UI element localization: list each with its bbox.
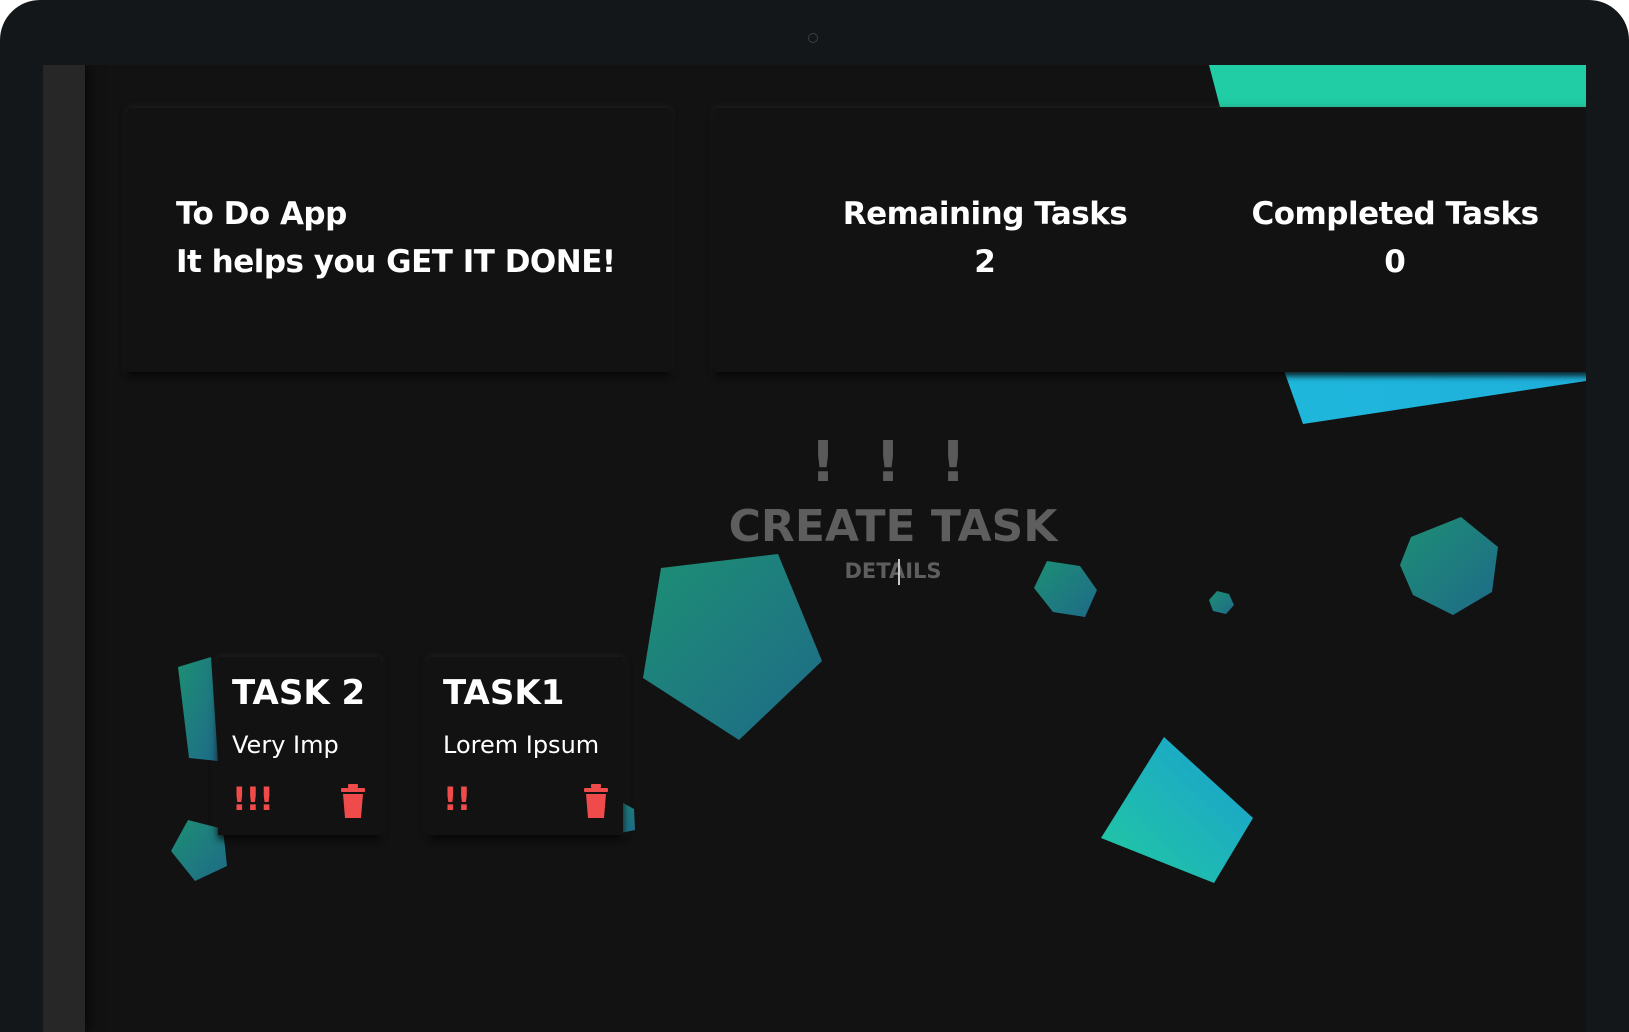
task-description: Lorem Ipsum [443,731,600,759]
completed-tasks-label: Completed Tasks [1251,196,1539,232]
teal-banner-shape [1209,65,1586,107]
side-strip [43,65,85,1032]
task-details-placeholder: DETAILS [844,559,942,583]
create-task-form: ! ! ! CREATE TASK DETAILS [683,435,1103,585]
blue-banner-shape [1282,365,1586,424]
task-card[interactable]: TASK 2 Very Imp !!! [218,657,380,835]
task-priority: !!! [232,780,274,818]
app-title: To Do App [176,196,347,232]
stats-card: Remaining Tasks 2 Completed Tasks 0 [715,108,1586,372]
task-title: TASK 2 [232,673,366,713]
priority-selector[interactable]: ! ! ! [683,435,1103,491]
trash-icon[interactable] [340,783,366,819]
completed-tasks-stat: Completed Tasks 0 [1225,196,1565,280]
task-title-input[interactable]: CREATE TASK [683,501,1103,553]
hexagon-shape-right [1400,517,1498,615]
trash-icon[interactable] [583,783,609,819]
diamond-shape [1101,737,1253,883]
task-details-input[interactable]: DETAILS [844,557,942,585]
task-priority: !! [443,780,471,818]
app-header-card: To Do App It helps you GET IT DONE! [128,108,670,372]
laptop-frame: To Do App It helps you GET IT DONE! Rema… [0,0,1629,1032]
task-title: TASK1 [443,673,565,713]
text-caret [898,559,901,585]
app-screen: To Do App It helps you GET IT DONE! Rema… [43,65,1586,1032]
completed-tasks-count: 0 [1384,244,1406,280]
task-card[interactable]: TASK1 Lorem Ipsum !! [429,657,623,835]
app-tagline: It helps you GET IT DONE! [176,244,616,280]
remaining-tasks-count: 2 [974,244,996,280]
camera-dot [808,33,818,43]
remaining-tasks-stat: Remaining Tasks 2 [815,196,1155,280]
left-shard-shape [178,657,218,761]
tiny-hexagon-shape [1209,591,1234,614]
remaining-tasks-label: Remaining Tasks [842,196,1128,232]
task-description: Very Imp [232,731,339,759]
